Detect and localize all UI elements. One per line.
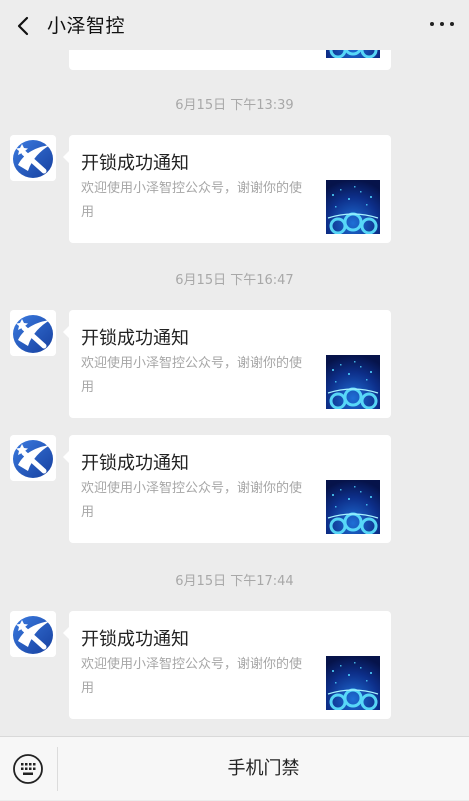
card-description: 欢迎使用小泽智控公众号，谢谢你的使用 [81,657,303,696]
chevron-left-icon [17,16,29,36]
message-item: 开锁成功通知 欢迎使用小泽智控公众号，谢谢你的使用 [0,310,469,420]
top-bar: 小泽智控 [0,0,469,50]
menu-button-door-access[interactable]: 手机门禁 [58,737,469,801]
account-avatar-logo[interactable] [10,310,56,356]
back-button[interactable] [10,9,38,41]
message-timestamp: 6月15日 下午13:39 [175,98,294,113]
message-thumbnail [326,656,380,710]
message-thumbnail [326,355,380,409]
message-thumbnail [326,180,380,234]
account-avatar-logo[interactable] [10,435,56,481]
page-title: 小泽智控 [47,15,126,37]
message-timestamp: 6月15日 下午17:44 [175,574,294,589]
card-title: 开锁成功通知 [81,629,189,650]
message-timestamp: 6月15日 下午16:47 [175,273,294,288]
chat-area[interactable]: 6月15日 下午13:39 开锁成功通知 欢迎使用小泽智控公众号，谢谢你的使用 … [0,50,469,736]
more-dots-icon [440,22,444,26]
keyboard-toggle-button[interactable] [12,753,44,785]
card-description: 欢迎使用小泽智控公众号，谢谢你的使用 [81,181,303,220]
message-item: 开锁成功通知 欢迎使用小泽智控公众号，谢谢你的使用 [0,435,469,545]
message-item: 开锁成功通知 欢迎使用小泽智控公众号，谢谢你的使用 [0,611,469,721]
message-card[interactable]: 开锁成功通知 欢迎使用小泽智控公众号，谢谢你的使用 [63,310,391,418]
message-card[interactable]: 开锁成功通知 欢迎使用小泽智控公众号，谢谢你的使用 [63,435,391,543]
card-title: 开锁成功通知 [81,453,189,474]
message-card[interactable]: 开锁成功通知 欢迎使用小泽智控公众号，谢谢你的使用 [63,611,391,719]
more-dots-icon [450,22,454,26]
card-description: 欢迎使用小泽智控公众号，谢谢你的使用 [81,356,303,395]
more-dots-icon [430,22,434,26]
message-card-partial[interactable] [69,50,391,70]
keyboard-icon [13,754,43,784]
card-title: 开锁成功通知 [81,153,189,174]
message-item: 开锁成功通知 欢迎使用小泽智控公众号，谢谢你的使用 [0,135,469,245]
message-thumbnail [326,480,380,534]
message-card[interactable]: 开锁成功通知 欢迎使用小泽智控公众号，谢谢你的使用 [63,135,391,243]
message-thumbnail [326,50,380,58]
account-avatar-logo[interactable] [10,611,56,657]
more-button[interactable] [427,12,457,36]
card-description: 欢迎使用小泽智控公众号，谢谢你的使用 [81,481,303,520]
card-title: 开锁成功通知 [81,328,189,349]
bottom-bar: 手机门禁 [0,736,469,800]
account-avatar-logo[interactable] [10,135,56,181]
